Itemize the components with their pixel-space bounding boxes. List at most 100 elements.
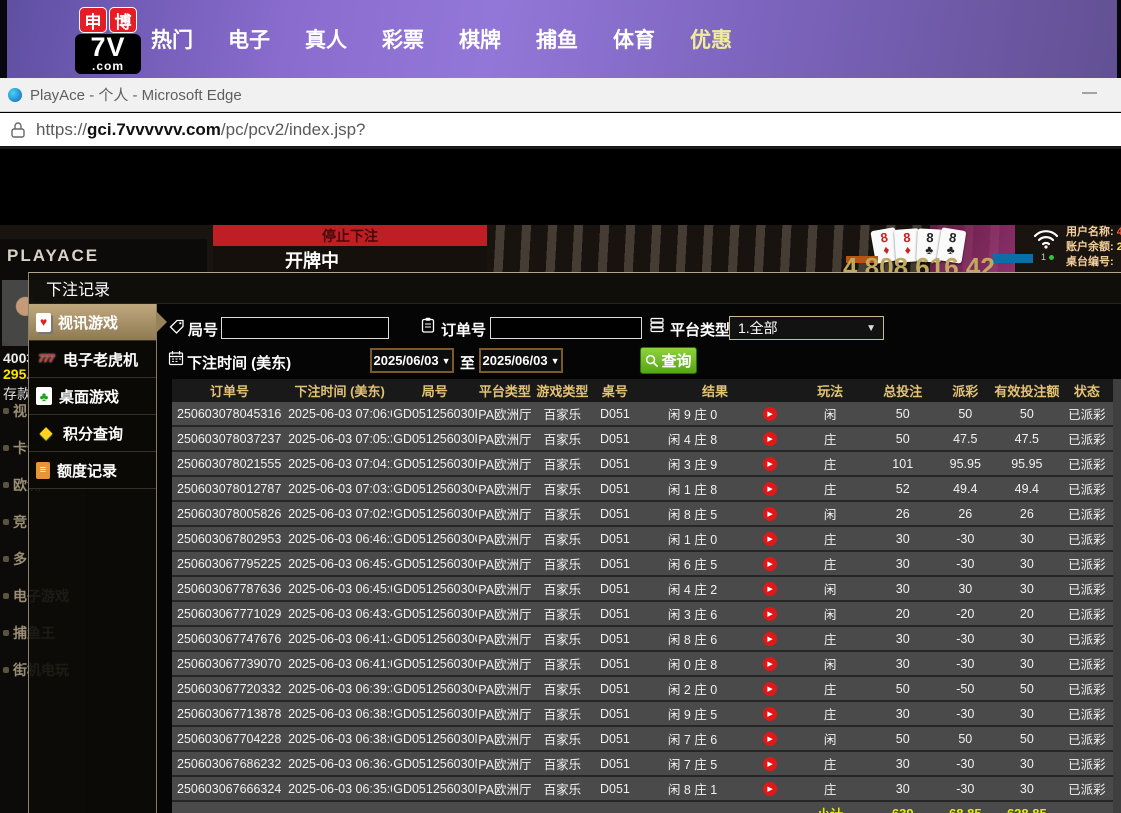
url-host: gci.7vvvvvv.com: [87, 120, 221, 139]
sidebar-item-label: 桌面游戏: [59, 386, 119, 407]
replay-play-icon[interactable]: ▶: [763, 482, 777, 496]
replay-play-icon[interactable]: ▶: [763, 607, 777, 621]
table-row: 2506030780372372025-06-03 07:05:28GD0512…: [172, 426, 1113, 451]
replay-play-icon[interactable]: ▶: [763, 432, 777, 446]
url-path: /pc/pcv2/index.jsp?: [221, 120, 366, 139]
cell-game-type: 百家乐: [532, 526, 592, 551]
sidebar-item-1[interactable]: 视讯游戏: [29, 304, 156, 341]
date-to-select[interactable]: 2025/06/03 ▼: [479, 348, 563, 373]
cell-table-number: D051: [592, 776, 637, 801]
nav-item-5[interactable]: 棋牌: [458, 24, 502, 54]
replay-play-icon[interactable]: ▶: [763, 707, 777, 721]
nav-item-8[interactable]: 优惠: [689, 24, 733, 54]
cell-table-number: D051: [592, 426, 637, 451]
cell-valid-bet: 50: [993, 402, 1061, 426]
cell-platform: PA欧洲厅: [477, 402, 532, 426]
seat-number: 1: [1041, 252, 1046, 262]
cell-result: 闲 2 庄 0: [637, 676, 747, 701]
cell-valid-bet: 49.4: [993, 476, 1061, 501]
cell-order-number: 250603067771029: [172, 601, 287, 626]
cell-table-number: D051: [592, 676, 637, 701]
cell-result: 闲 8 庄 5: [637, 501, 747, 526]
replay-play-icon[interactable]: ▶: [763, 557, 777, 571]
cell-total-bet: 30: [868, 551, 938, 576]
account-info: 用户名称: 4 账户余额: 2 桌台编号:: [1066, 225, 1121, 270]
replay-play-icon[interactable]: ▶: [763, 732, 777, 746]
cell-valid-bet: 30: [993, 701, 1061, 726]
cell-table-number: D051: [592, 551, 637, 576]
nav-item-3[interactable]: 真人: [304, 24, 348, 54]
cell-status: 已派彩: [1061, 551, 1113, 576]
cell-table-number: D051: [592, 526, 637, 551]
sidebar-item-4[interactable]: 积分查询: [29, 415, 156, 452]
cell-bet-time: 2025-06-03 07:04:12: [287, 451, 392, 476]
replay-play-icon[interactable]: ▶: [763, 582, 777, 596]
cell-status: 已派彩: [1061, 476, 1113, 501]
replay-play-icon[interactable]: ▶: [763, 782, 777, 796]
browser-urlbar[interactable]: https://gci.7vvvvvv.com/pc/pcv2/index.js…: [0, 113, 1121, 149]
sidebar-item-3[interactable]: 桌面游戏: [29, 378, 156, 415]
sidebar-item-2[interactable]: 电子老虎机: [29, 341, 156, 378]
site-navbar: 申 博 7V .com 热门 电子 真人 彩票 棋牌 捕鱼 体育 优惠: [0, 0, 1121, 78]
platform-type-select[interactable]: 1.全部 ▼: [729, 316, 884, 340]
replay-play-icon[interactable]: ▶: [763, 682, 777, 696]
sidebar-item-label: 额度记录: [57, 460, 117, 481]
table-row: 2506030678029532025-06-03 06:46:27GD0512…: [172, 526, 1113, 551]
cell-status: 已派彩: [1061, 676, 1113, 701]
subtotal-total-bet: 639: [868, 801, 938, 813]
sidebar-item-5[interactable]: 额度记录: [29, 452, 156, 489]
cell-total-bet: 20: [868, 601, 938, 626]
cell-platform: PA欧洲厅: [477, 476, 532, 501]
round-number-input[interactable]: [221, 317, 389, 339]
cell-result: 闲 3 庄 9: [637, 451, 747, 476]
game-page: PLAYACE 停止下注 开牌中 8♦8♦8♣8♣ 4,808,616.42 1…: [0, 152, 1121, 813]
table-row: 2506030677952252025-06-03 06:45:45GD0512…: [172, 551, 1113, 576]
replay-play-icon[interactable]: ▶: [763, 532, 777, 546]
cell-table-number: D051: [592, 402, 637, 426]
cell-bet-time: 2025-06-03 06:39:30: [287, 676, 392, 701]
date-from-select[interactable]: 2025/06/03 ▼: [370, 348, 454, 373]
sidebar-item-label: 视讯游戏: [58, 312, 118, 333]
cell-payout: 26: [938, 501, 993, 526]
replay-play-icon[interactable]: ▶: [763, 407, 777, 421]
cell-replay: ▶: [748, 751, 793, 776]
cell-platform: PA欧洲厅: [477, 651, 532, 676]
nav-item-2[interactable]: 电子: [227, 24, 271, 54]
nav-item-4[interactable]: 彩票: [381, 24, 425, 54]
cell-total-bet: 30: [868, 526, 938, 551]
col-header: 状态: [1061, 379, 1113, 402]
cell-total-bet: 50: [868, 676, 938, 701]
cell-bet-time: 2025-06-03 06:45:45: [287, 551, 392, 576]
search-button[interactable]: 查询: [640, 347, 697, 374]
cell-round-number: GD051256030O9: [392, 551, 477, 576]
replay-play-icon[interactable]: ▶: [763, 757, 777, 771]
col-header: 桌号: [592, 379, 637, 402]
order-number-input[interactable]: [490, 317, 642, 339]
nav-item-1[interactable]: 热门: [150, 24, 194, 54]
cell-valid-bet: 50: [993, 726, 1061, 751]
cell-round-number: GD051256030OA: [392, 526, 477, 551]
cell-replay: ▶: [748, 576, 793, 601]
cell-valid-bet: 50: [993, 676, 1061, 701]
cell-order-number: 250603067802953: [172, 526, 287, 551]
table-row: 2506030677138782025-06-03 06:38:57GD0512…: [172, 701, 1113, 726]
cell-status: 已派彩: [1061, 726, 1113, 751]
cell-status: 已派彩: [1061, 651, 1113, 676]
cell-payout: 30: [938, 576, 993, 601]
cell-game-type: 百家乐: [532, 676, 592, 701]
cell-valid-bet: 30: [993, 776, 1061, 801]
replay-play-icon[interactable]: ▶: [763, 507, 777, 521]
replay-play-icon[interactable]: ▶: [763, 632, 777, 646]
cell-bet-time: 2025-06-03 06:36:40: [287, 751, 392, 776]
nav-item-6[interactable]: 捕鱼: [535, 24, 579, 54]
cell-order-number: 250603067666324: [172, 776, 287, 801]
cell-game-type: 百家乐: [532, 651, 592, 676]
address-text[interactable]: https://gci.7vvvvvv.com/pc/pcv2/index.js…: [36, 120, 366, 140]
minimize-button[interactable]: —: [1082, 84, 1097, 101]
site-logo[interactable]: 申 博 7V .com: [75, 7, 141, 74]
nav-item-7[interactable]: 体育: [612, 24, 656, 54]
sidebar-item-label: 积分查询: [63, 423, 123, 444]
replay-play-icon[interactable]: ▶: [763, 457, 777, 471]
replay-play-icon[interactable]: ▶: [763, 657, 777, 671]
platform-type-label: 平台类型: [670, 319, 730, 340]
